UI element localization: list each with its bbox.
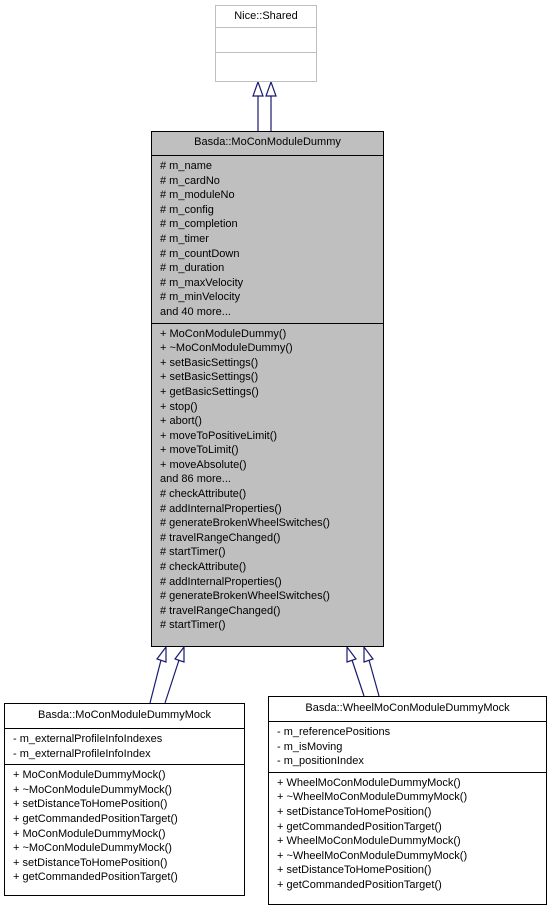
- attribute-row[interactable]: - m_externalProfileInfoIndex: [13, 747, 244, 762]
- method-row[interactable]: + setDistanceToHomePosition(): [13, 856, 244, 871]
- class-node-wheel-mocon-module-dummy-mock[interactable]: Basda::WheelMoConModuleDummyMock - m_ref…: [268, 696, 547, 905]
- method-row[interactable]: # checkAttribute(): [160, 560, 383, 575]
- edge-wheel-to-focus-1: [351, 659, 365, 697]
- method-row[interactable]: + setBasicSettings(): [160, 356, 383, 371]
- method-row[interactable]: + getCommandedPositionTarget(): [13, 870, 244, 885]
- class-title: Basda::MoConModuleDummy: [194, 136, 341, 148]
- method-row[interactable]: + getCommandedPositionTarget(): [13, 812, 244, 827]
- method-row[interactable]: + setDistanceToHomePosition(): [13, 797, 244, 812]
- edge-mock-to-focus-2: [164, 659, 180, 704]
- attribute-row[interactable]: # m_maxVelocity: [160, 276, 383, 291]
- attribute-row[interactable]: # m_name: [160, 159, 383, 174]
- method-row[interactable]: + setDistanceToHomePosition(): [277, 805, 546, 820]
- method-row[interactable]: + getCommandedPositionTarget(): [277, 878, 546, 893]
- method-row[interactable]: # startTimer(): [160, 618, 383, 633]
- method-row[interactable]: + moveToLimit(): [160, 443, 383, 458]
- attribute-row[interactable]: # m_timer: [160, 232, 383, 247]
- attribute-row[interactable]: - m_isMoving: [277, 740, 546, 755]
- method-row[interactable]: # travelRangeChanged(): [160, 531, 383, 546]
- method-row[interactable]: + MoConModuleDummyMock(): [13, 827, 244, 842]
- method-row[interactable]: # generateBrokenWheelSwitches(): [160, 516, 383, 531]
- class-node-nice-shared[interactable]: Nice::Shared: [215, 5, 317, 82]
- method-row[interactable]: + WheelMoConModuleDummyMock(): [277, 776, 546, 791]
- edge-mock-to-focus-1: [149, 659, 162, 704]
- methods-section: + WheelMoConModuleDummyMock() + ~WheelMoC…: [269, 771, 546, 896]
- class-title: Basda::MoConModuleDummyMock: [37, 709, 211, 721]
- methods-section: + MoConModuleDummy() + ~MoConModuleDummy(…: [152, 322, 383, 636]
- method-row[interactable]: # checkAttribute(): [160, 487, 383, 502]
- method-row[interactable]: + moveAbsolute(): [160, 458, 383, 473]
- class-title: Basda::WheelMoConModuleDummyMock: [305, 702, 510, 714]
- arrowhead-mock-to-focus-2: [174, 645, 185, 663]
- methods-section: + MoConModuleDummyMock() + ~MoConModuleDu…: [5, 764, 244, 888]
- arrowhead-wheel-to-focus-1: [346, 645, 357, 663]
- method-row[interactable]: + moveToPositiveLimit(): [160, 429, 383, 444]
- attribute-row[interactable]: # m_config: [160, 203, 383, 218]
- method-row[interactable]: + getBasicSettings(): [160, 385, 383, 400]
- methods-section: [216, 52, 316, 77]
- arrowhead-mock-to-focus-1: [156, 645, 167, 663]
- method-row[interactable]: + ~MoConModuleDummy(): [160, 341, 383, 356]
- method-row[interactable]: + WheelMoConModuleDummyMock(): [277, 834, 546, 849]
- method-row[interactable]: + ~WheelMoConModuleDummyMock(): [277, 790, 546, 805]
- class-title: Nice::Shared: [234, 10, 298, 22]
- method-row[interactable]: + ~WheelMoConModuleDummyMock(): [277, 849, 546, 864]
- method-row[interactable]: # travelRangeChanged(): [160, 604, 383, 619]
- method-row[interactable]: + getCommandedPositionTarget(): [277, 820, 546, 835]
- attribute-row[interactable]: - m_referencePositions: [277, 725, 546, 740]
- method-row[interactable]: # addInternalProperties(): [160, 575, 383, 590]
- attribute-row[interactable]: # m_duration: [160, 261, 383, 276]
- method-row[interactable]: + ~MoConModuleDummyMock(): [13, 841, 244, 856]
- method-row[interactable]: # generateBrokenWheelSwitches(): [160, 589, 383, 604]
- method-row[interactable]: + ~MoConModuleDummyMock(): [13, 783, 244, 798]
- method-row[interactable]: # startTimer(): [160, 545, 383, 560]
- attributes-section: [216, 27, 316, 52]
- method-row[interactable]: + MoConModuleDummy(): [160, 327, 383, 342]
- method-row[interactable]: + abort(): [160, 414, 383, 429]
- class-node-mocon-module-dummy[interactable]: Basda::MoConModuleDummy # m_name # m_card…: [151, 131, 384, 647]
- class-node-mocon-module-dummy-mock[interactable]: Basda::MoConModuleDummyMock - m_external…: [4, 703, 245, 896]
- attribute-row[interactable]: # m_minVelocity: [160, 290, 383, 305]
- arrowhead-wheel-to-focus-2: [363, 645, 374, 663]
- method-row[interactable]: # addInternalProperties(): [160, 502, 383, 517]
- method-row[interactable]: + MoConModuleDummyMock(): [13, 768, 244, 783]
- attribute-row[interactable]: # m_cardNo: [160, 174, 383, 189]
- arrowhead-focus-to-base-2: [265, 80, 277, 97]
- attributes-section: # m_name # m_cardNo # m_moduleNo # m_config…: [152, 155, 383, 323]
- edge-wheel-to-focus-2: [368, 659, 380, 697]
- attribute-row[interactable]: # m_completion: [160, 217, 383, 232]
- arrowhead-focus-to-base-1: [252, 80, 264, 97]
- method-row[interactable]: + stop(): [160, 400, 383, 415]
- method-row[interactable]: + setBasicSettings(): [160, 370, 383, 385]
- method-row[interactable]: + setDistanceToHomePosition(): [277, 863, 546, 878]
- attribute-row[interactable]: # m_countDown: [160, 247, 383, 262]
- attribute-row[interactable]: and 40 more...: [160, 305, 383, 320]
- attribute-row[interactable]: # m_moduleNo: [160, 188, 383, 203]
- attribute-row[interactable]: - m_externalProfileInfoIndexes: [13, 732, 244, 747]
- attributes-section: - m_externalProfileInfoIndexes - m_extern…: [5, 728, 244, 764]
- method-row[interactable]: and 86 more...: [160, 472, 383, 487]
- attributes-section: - m_referencePositions - m_isMoving - m_po…: [269, 721, 546, 772]
- attribute-row[interactable]: - m_positionIndex: [277, 754, 546, 769]
